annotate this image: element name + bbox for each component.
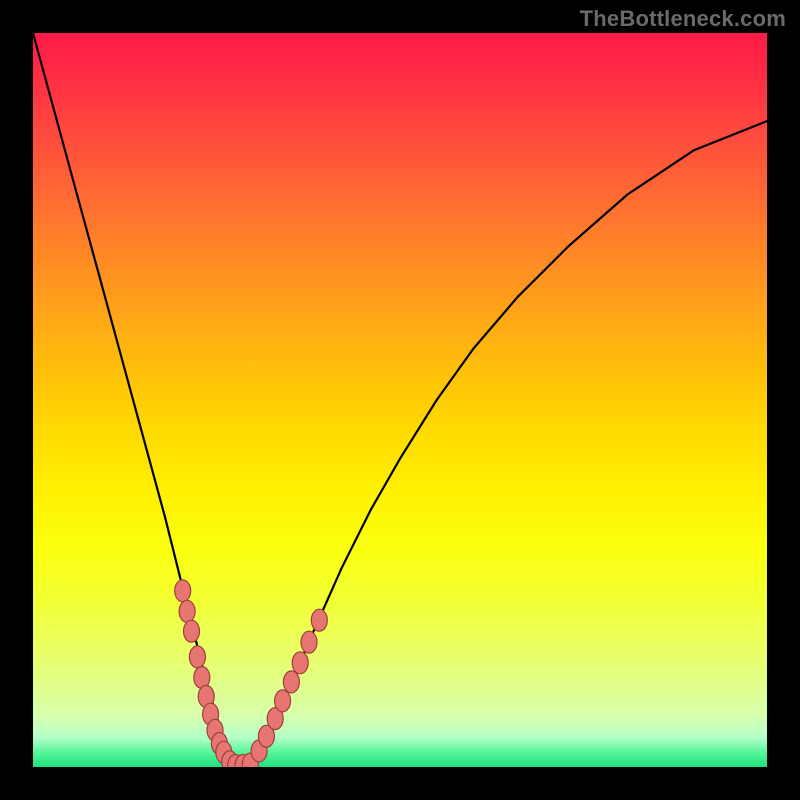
curve-bead: [189, 646, 205, 668]
plot-area: [33, 33, 767, 767]
curve-bead: [292, 652, 308, 674]
bottleneck-curve: [33, 33, 767, 766]
curve-bead: [283, 671, 299, 693]
curve-bead: [175, 580, 191, 602]
curve-bead: [275, 690, 291, 712]
chart-frame: TheBottleneck.com: [0, 0, 800, 800]
curve-bead: [179, 600, 195, 622]
watermark-text: TheBottleneck.com: [580, 6, 786, 32]
curve-bead: [184, 620, 200, 642]
chart-svg: [33, 33, 767, 767]
curve-bead: [311, 609, 327, 631]
curve-bead: [301, 631, 317, 653]
